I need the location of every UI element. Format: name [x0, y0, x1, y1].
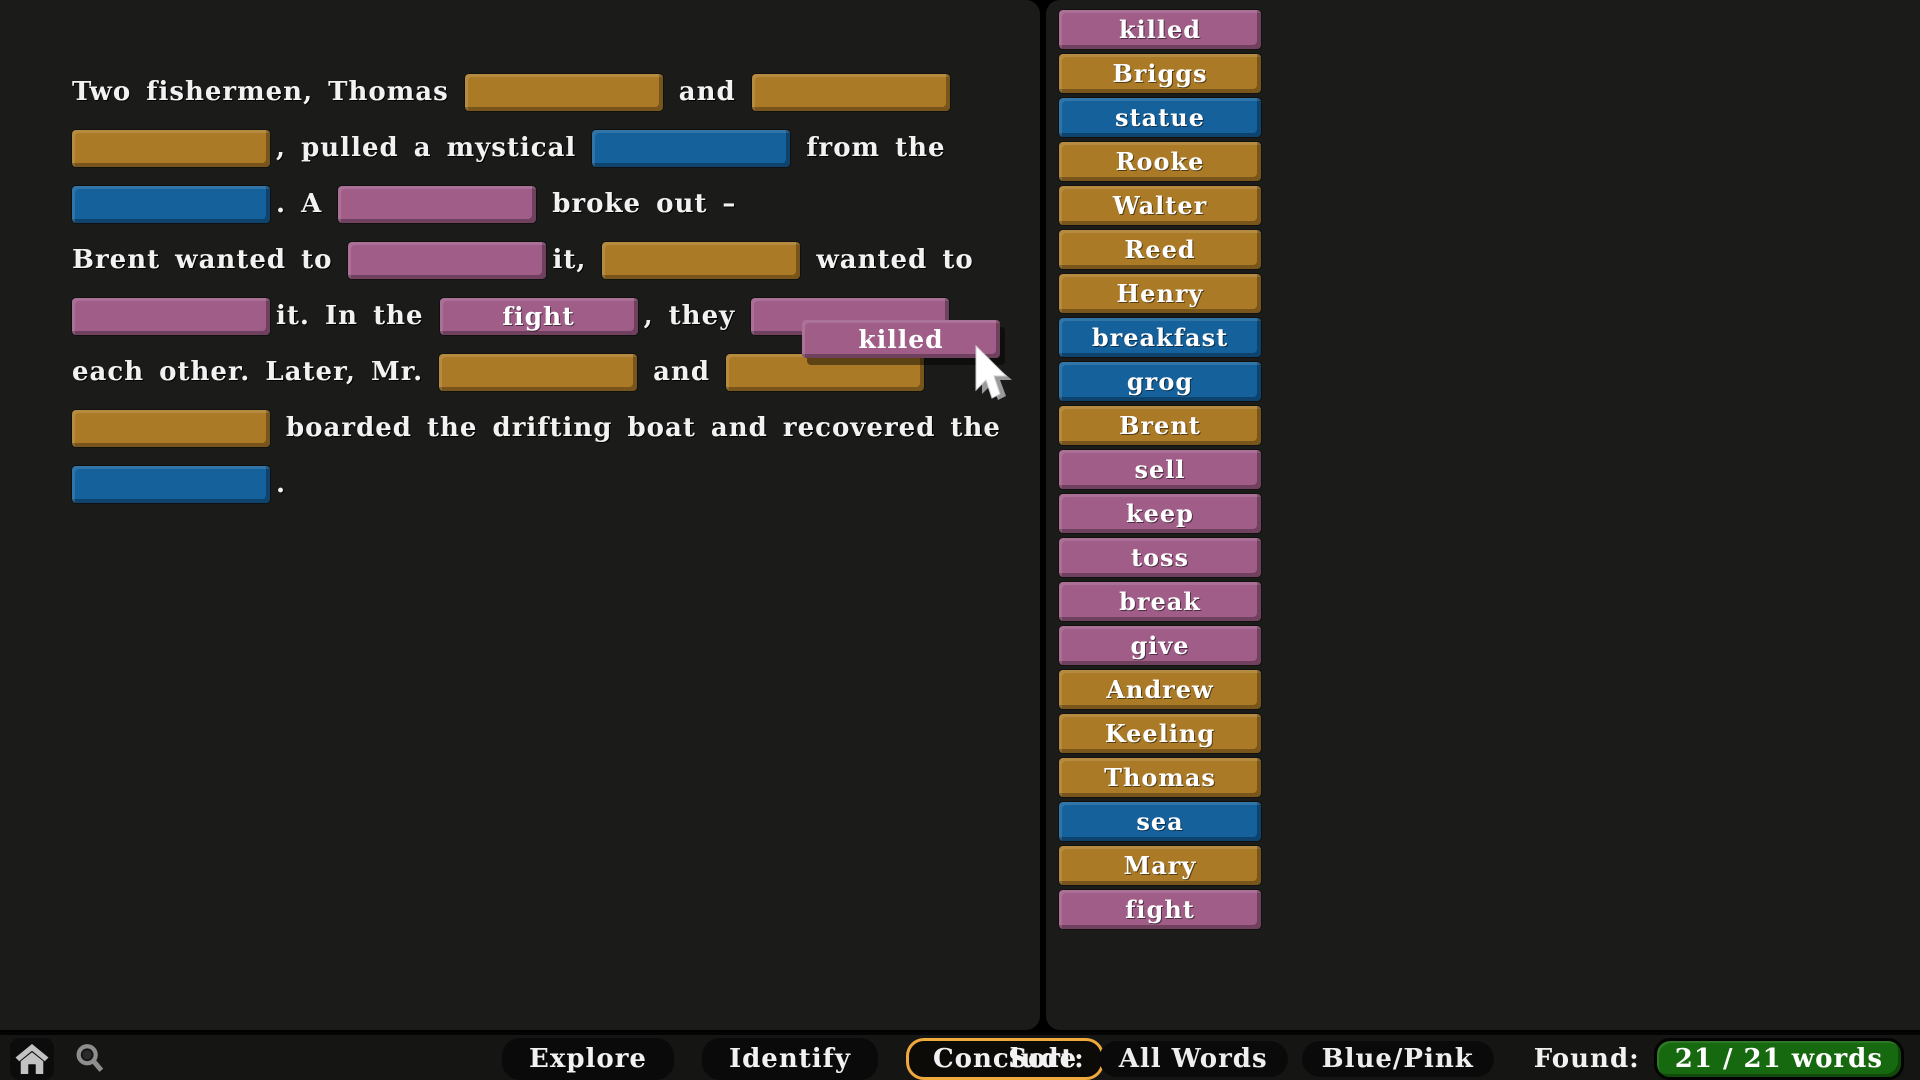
sort-blue-pink-button[interactable]: Blue/Pink [1302, 1041, 1494, 1077]
story-panel: Two fishermen, Thomas and , pulled a mysti… [0, 0, 1040, 1030]
story-text-segment: it. In the [276, 301, 424, 331]
word-slot-blank[interactable] [439, 354, 637, 391]
story-text-segment: and [653, 357, 710, 387]
word-pill[interactable]: fight [1059, 890, 1261, 929]
found-label: Found: [1534, 1044, 1640, 1074]
word-pill[interactable]: Briggs [1059, 54, 1261, 93]
word-pill[interactable]: killed [1059, 10, 1261, 49]
word-slot-blank[interactable] [348, 242, 546, 279]
word-slot-blank[interactable] [726, 354, 924, 391]
word-slot-blank[interactable] [752, 74, 950, 111]
word-slot-blank[interactable] [72, 298, 270, 335]
toolbar-left-icons [10, 1038, 112, 1080]
story-text-segment: and [679, 77, 736, 107]
word-slot-blank[interactable] [72, 410, 270, 447]
word-pill[interactable]: break [1059, 582, 1261, 621]
story-text-segment: . [276, 469, 286, 499]
story-text-segment: it, [552, 245, 586, 275]
word-slot-blank[interactable] [72, 130, 270, 167]
sort-label: Sort: [1008, 1044, 1084, 1074]
word-pill[interactable]: sell [1059, 450, 1261, 489]
tab-explore[interactable]: Explore [502, 1038, 674, 1080]
word-pill[interactable]: grog [1059, 362, 1261, 401]
word-list: killed Briggs statue Rooke Walter Reed Henry br… [1059, 10, 1261, 934]
word-pill[interactable]: Andrew [1059, 670, 1261, 709]
word-pill[interactable]: Rooke [1059, 142, 1261, 181]
word-pill[interactable]: keep [1059, 494, 1261, 533]
cursor-pointer-icon [968, 342, 1016, 412]
story-line: Brent wanted to it, wanted to [72, 232, 1022, 288]
story-text-segment: Brent wanted to [72, 245, 332, 275]
toolbar-right-controls: Sort: All Words Blue/Pink Found: 21 / 21… [1008, 1038, 1904, 1080]
story-text-segment: each other. Later, Mr. [72, 357, 423, 387]
story-text-segment: broke out – [552, 189, 736, 219]
word-slot-blank[interactable] [72, 186, 270, 223]
story-text-segment: from the [806, 133, 945, 163]
word-slot-blank[interactable] [72, 466, 270, 503]
story-text-segment: Two fishermen, Thomas [72, 77, 449, 107]
word-pill[interactable]: Walter [1059, 186, 1261, 225]
word-slot-blank[interactable] [338, 186, 536, 223]
story-text-segment: wanted to [816, 245, 973, 275]
story-text-segment: , they [644, 301, 736, 331]
story-line: , pulled a mystical from the [72, 120, 1022, 176]
bottom-toolbar: Explore Identify Conclude Sort: All Word… [0, 1032, 1920, 1080]
word-pill[interactable]: toss [1059, 538, 1261, 577]
word-slot-blank[interactable] [465, 74, 663, 111]
search-icon[interactable] [68, 1038, 112, 1080]
game-screen: Two fishermen, Thomas and , pulled a mysti… [0, 0, 1920, 1080]
word-pill[interactable]: sea [1059, 802, 1261, 841]
word-slot-filled[interactable]: fight [440, 298, 638, 335]
tab-identify[interactable]: Identify [702, 1038, 878, 1080]
word-slot-blank[interactable] [592, 130, 790, 167]
found-count-badge: 21 / 21 words [1654, 1038, 1904, 1080]
story-text-segment: boarded the drifting boat and recovered … [286, 413, 1001, 443]
home-icon[interactable] [10, 1038, 54, 1080]
story-line: . [72, 456, 1022, 512]
story-text-segment: , pulled a mystical [276, 133, 576, 163]
sort-all-words-button[interactable]: All Words [1099, 1041, 1288, 1077]
word-pill[interactable]: breakfast [1059, 318, 1261, 357]
word-pill[interactable]: Henry [1059, 274, 1261, 313]
word-pill[interactable]: give [1059, 626, 1261, 665]
word-slot-blank[interactable] [602, 242, 800, 279]
word-pill[interactable]: Reed [1059, 230, 1261, 269]
word-pill[interactable]: Brent [1059, 406, 1261, 445]
word-pill[interactable]: statue [1059, 98, 1261, 137]
word-pill[interactable]: Mary [1059, 846, 1261, 885]
story-line: Two fishermen, Thomas and [72, 64, 1022, 120]
story-text-area: Two fishermen, Thomas and , pulled a mysti… [72, 64, 1022, 512]
story-text-segment: . A [276, 189, 322, 219]
word-pill[interactable]: Keeling [1059, 714, 1261, 753]
word-pill[interactable]: Thomas [1059, 758, 1261, 797]
story-line: boarded the drifting boat and recovered … [72, 400, 1022, 456]
story-line: . A broke out – [72, 176, 1022, 232]
